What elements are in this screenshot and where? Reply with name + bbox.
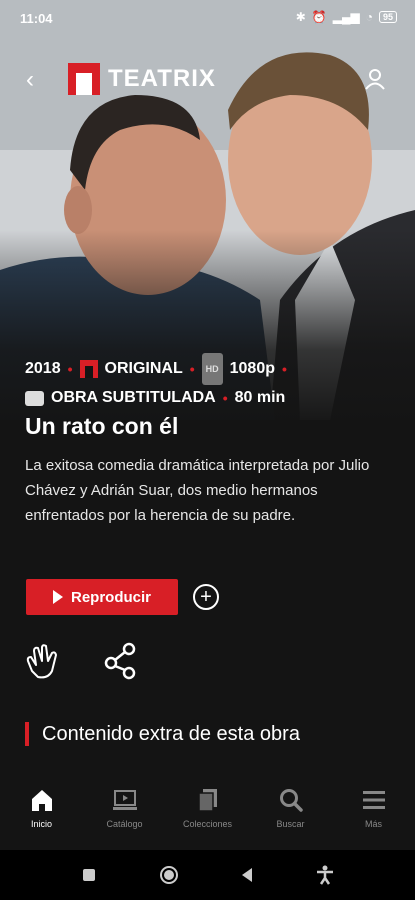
nav-item-inicio[interactable]: Inicio [2,775,82,850]
show-meta: 2018 • ORIGINAL • HD 1080p • OBRA SUBTIT… [25,353,287,411]
original-label: ORIGINAL [104,360,183,377]
dot-separator: • [282,361,287,377]
extra-content-section: Contenido extra de esta obra [25,722,300,746]
subtitles-icon [25,390,44,406]
system-nav-bar [0,850,415,900]
nav-item-buscar[interactable]: Buscar [251,775,331,850]
profile-icon[interactable] [365,68,385,90]
status-time: 11:04 [20,11,53,26]
menu-icon [362,791,385,809]
dot-separator: • [189,361,195,377]
top-bar: ‹ TEATRIX [0,60,415,100]
search-icon [279,789,303,812]
add-to-list-button[interactable]: + [193,584,219,610]
original-icon [79,360,98,378]
nav-item-mas[interactable]: Más [334,775,414,850]
show-description: La exitosa comedia dramática interpretad… [25,457,370,524]
battery-icon: 95 [378,11,397,23]
hd-icon: HD [201,353,223,385]
brand-logo: TEATRIX [68,63,216,95]
catalog-icon [112,790,137,810]
duration-label: 80 min [234,389,286,406]
bottom-nav: Inicio Catálogo Colecciones Buscar Más [0,775,415,850]
recents-icon[interactable] [81,867,97,883]
alarm-icon: ⏰ [311,10,327,24]
play-icon [52,590,63,604]
play-label: Reproducir [70,588,151,606]
wifi-icon: ◔ [365,10,373,24]
nav-label: Buscar [276,819,305,829]
status-bar: 11:04 ✱ ⏰ ▂▄▆ ◔ 95 [0,0,415,36]
quality-label: 1080p [229,360,275,377]
signal-icon: ▂▄▆ [332,10,360,24]
nav-label: Catálogo [106,819,143,829]
home-system-icon[interactable] [159,865,179,885]
play-button[interactable]: Reproducir [26,579,178,615]
section-marker [25,722,29,746]
accessibility-icon[interactable] [316,865,334,885]
show-title: Un rato con él [25,413,179,439]
back-button[interactable]: ‹ [26,66,34,94]
dot-separator: • [67,361,73,377]
collections-icon [197,789,217,812]
dot-separator: • [222,390,228,406]
nav-label: Inicio [30,819,52,829]
clap-icon[interactable] [24,641,64,681]
back-system-icon[interactable] [240,867,254,883]
nav-item-colecciones[interactable]: Colecciones [168,775,248,850]
nav-label: Colecciones [182,819,233,829]
subtitle-label: OBRA SUBTITULADA [51,389,216,406]
nav-label: Más [364,819,382,829]
nav-item-catalogo[interactable]: Catálogo [85,775,165,850]
home-icon [31,790,52,811]
extra-content-title: Contenido extra de esta obra [42,722,300,745]
logo-icon [68,63,100,95]
show-year: 2018 [25,360,61,377]
share-icon[interactable] [103,641,137,681]
brand-name: TEATRIX [108,65,216,92]
bluetooth-icon: ✱ [295,10,306,24]
